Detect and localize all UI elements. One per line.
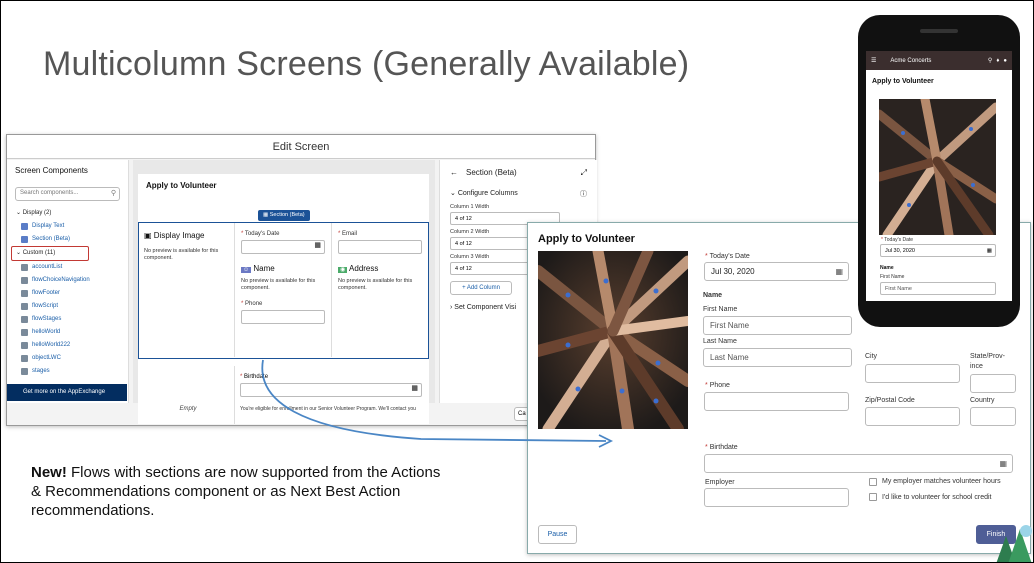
decorative-illustration	[996, 525, 1032, 562]
slide-note: New! Flows with sections are now support…	[31, 464, 441, 519]
slide: Multicolumn Screens (Generally Available…	[0, 0, 1034, 563]
